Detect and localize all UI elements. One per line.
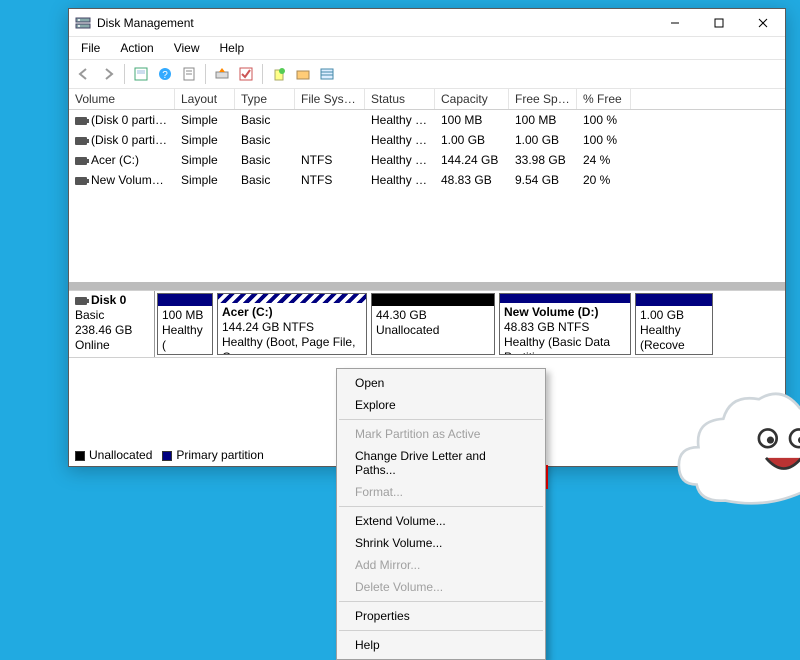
app-icon	[75, 15, 91, 31]
col-free[interactable]: Free Spa...	[509, 89, 577, 109]
menu-file[interactable]: File	[73, 39, 108, 57]
disk-icon	[75, 177, 87, 185]
disk-icon	[75, 157, 87, 165]
disk-info[interactable]: Disk 0 Basic 238.46 GB Online	[69, 291, 155, 357]
svg-text:?: ?	[162, 70, 168, 81]
partition[interactable]: New Volume (D:)48.83 GB NTFSHealthy (Bas…	[499, 293, 631, 355]
toolbar: ?	[69, 59, 785, 89]
refresh-button[interactable]	[130, 63, 152, 85]
eject-button[interactable]	[211, 63, 233, 85]
partition-bar	[218, 294, 366, 303]
maximize-button[interactable]	[697, 9, 741, 37]
disk-size: 238.46 GB	[75, 323, 132, 337]
volume-row[interactable]: (Disk 0 partition 5)SimpleBasicHealthy (…	[69, 130, 785, 150]
menu-item-help[interactable]: Help	[337, 634, 545, 656]
legend-primary-label: Primary partition	[176, 448, 263, 462]
close-button[interactable]	[741, 9, 785, 37]
disk-type: Basic	[75, 308, 104, 322]
menu-view[interactable]: View	[166, 39, 208, 57]
menu-item-properties[interactable]: Properties	[337, 605, 545, 627]
volume-list[interactable]: (Disk 0 partition 1)SimpleBasicHealthy (…	[69, 110, 785, 282]
col-layout[interactable]: Layout	[175, 89, 235, 109]
col-percent[interactable]: % Free	[577, 89, 631, 109]
context-menu[interactable]: OpenExplore Mark Partition as ActiveChang…	[336, 368, 546, 660]
legend-unallocated-label: Unallocated	[89, 448, 152, 462]
list-button[interactable]	[316, 63, 338, 85]
partition-bar	[158, 294, 212, 306]
partition-row: 100 MBHealthy (Acer (C:)144.24 GB NTFSHe…	[155, 291, 785, 357]
volume-row[interactable]: (Disk 0 partition 1)SimpleBasicHealthy (…	[69, 110, 785, 130]
partition-bar	[636, 294, 712, 306]
menu-item-shrink-volume[interactable]: Shrink Volume...	[337, 532, 545, 554]
minimize-button[interactable]	[653, 9, 697, 37]
open-button[interactable]	[292, 63, 314, 85]
check-button[interactable]	[235, 63, 257, 85]
disk-map: Disk 0 Basic 238.46 GB Online 100 MBHeal…	[69, 290, 785, 358]
menubar: File Action View Help	[69, 37, 785, 59]
disk-state: Online	[75, 338, 110, 352]
col-status[interactable]: Status	[365, 89, 435, 109]
help-button[interactable]: ?	[154, 63, 176, 85]
forward-button[interactable]	[97, 63, 119, 85]
volume-row[interactable]: Acer (C:)SimpleBasicNTFSHealthy (B...144…	[69, 150, 785, 170]
properties-button[interactable]	[178, 63, 200, 85]
disk-icon	[75, 297, 87, 305]
menu-separator	[339, 506, 543, 507]
volume-row[interactable]: New Volume (D:)SimpleBasicNTFSHealthy (B…	[69, 170, 785, 190]
partition-text: Acer (C:)144.24 GB NTFSHealthy (Boot, Pa…	[218, 303, 366, 354]
menu-separator	[339, 630, 543, 631]
col-type[interactable]: Type	[235, 89, 295, 109]
partition[interactable]: 100 MBHealthy (	[157, 293, 213, 355]
menu-item-extend-volume[interactable]: Extend Volume...	[337, 510, 545, 532]
partition-bar	[372, 294, 494, 306]
menu-item-change-drive-letter-and-paths[interactable]: Change Drive Letter and Paths...	[337, 445, 545, 481]
menu-separator	[339, 419, 543, 420]
col-filesystem[interactable]: File System	[295, 89, 365, 109]
menu-item-mark-partition-as-active: Mark Partition as Active	[337, 423, 545, 445]
partition-text: 100 MBHealthy (	[158, 306, 212, 354]
menu-item-explore[interactable]: Explore	[337, 394, 545, 416]
partition[interactable]: 44.30 GBUnallocated	[371, 293, 495, 355]
menu-help[interactable]: Help	[212, 39, 253, 57]
partition-text: 44.30 GBUnallocated	[372, 306, 494, 340]
partition-text: 1.00 GBHealthy (Recove	[636, 306, 712, 354]
titlebar: Disk Management	[69, 9, 785, 37]
volume-list-header: Volume Layout Type File System Status Ca…	[69, 89, 785, 110]
partition-bar	[500, 294, 630, 303]
menu-item-format: Format...	[337, 481, 545, 503]
new-button[interactable]	[268, 63, 290, 85]
menu-item-delete-volume: Delete Volume...	[337, 576, 545, 598]
legend-unallocated-swatch	[75, 451, 85, 461]
disk-icon	[75, 117, 87, 125]
back-button[interactable]	[73, 63, 95, 85]
partition-text: New Volume (D:)48.83 GB NTFSHealthy (Bas…	[500, 303, 630, 354]
disk-name: Disk 0	[91, 293, 126, 307]
col-volume[interactable]: Volume	[69, 89, 175, 109]
menu-item-add-mirror: Add Mirror...	[337, 554, 545, 576]
col-capacity[interactable]: Capacity	[435, 89, 509, 109]
menu-action[interactable]: Action	[112, 39, 161, 57]
window-title: Disk Management	[97, 16, 653, 30]
disk-icon	[75, 137, 87, 145]
legend-primary-swatch	[162, 451, 172, 461]
menu-separator	[339, 601, 543, 602]
partition[interactable]: Acer (C:)144.24 GB NTFSHealthy (Boot, Pa…	[217, 293, 367, 355]
partition[interactable]: 1.00 GBHealthy (Recove	[635, 293, 713, 355]
menu-item-open[interactable]: Open	[337, 372, 545, 394]
